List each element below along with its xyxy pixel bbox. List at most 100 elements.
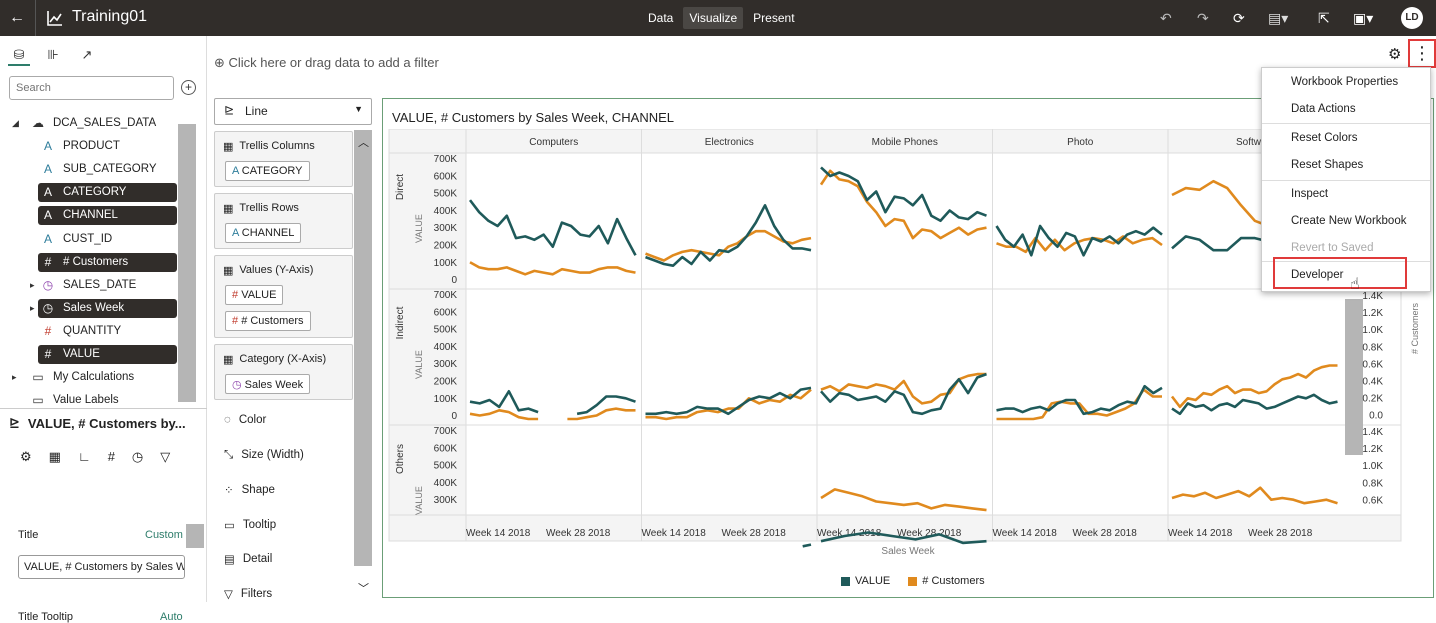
property-size[interactable]: ⤡ Size (Width) [224, 449, 304, 462]
y-tick-label: 300K [434, 495, 458, 506]
tab-data[interactable]: Data [642, 7, 679, 29]
tree-item[interactable]: ▸ ▭ My Calculations [12, 368, 177, 387]
tab-present[interactable]: Present [747, 7, 800, 29]
field-pill[interactable]: ◷ Sales Week [225, 374, 311, 394]
clock-icon[interactable]: ◷ [132, 449, 143, 465]
x-tick-label: Week 14 2018 [642, 528, 707, 539]
tree-item[interactable]: ▸ ◷ SALES_DATE [30, 276, 177, 295]
legend-item[interactable]: # Customers [908, 575, 985, 587]
field-pill[interactable]: # VALUE [225, 285, 284, 305]
tree-item[interactable]: A SUB_CATEGORY [38, 160, 177, 179]
menu-item-inspect[interactable]: Inspect [1262, 181, 1430, 207]
field-pill[interactable]: A CATEGORY [225, 161, 310, 181]
comments-icon[interactable]: ▤▾ [1268, 10, 1288, 26]
property-label: Detail [242, 553, 273, 565]
filter-bar[interactable]: ⊕ Click here or drag data to add a filte… [214, 55, 439, 71]
tree-item[interactable]: A CATEGORY [38, 183, 177, 203]
redo-icon[interactable]: ↷ [1197, 10, 1209, 26]
x-tick-label: Week 14 2018 [1168, 528, 1233, 539]
tab-visualize[interactable]: Visualize [683, 7, 744, 29]
analytics-icon[interactable]: ↗ [76, 44, 98, 66]
y-tick-label: 0 [451, 275, 457, 286]
visualizations-icon[interactable]: ⊪ [42, 44, 64, 66]
y-tick-label: 600K [434, 171, 458, 182]
avatar[interactable]: LD [1401, 7, 1423, 29]
tree-item[interactable]: # # Customers [38, 252, 177, 272]
expander-icon[interactable]: ◢ [12, 114, 19, 133]
search-input[interactable] [9, 76, 174, 100]
tree-item[interactable]: ◢ ☁ DCA_SALES_DATA [12, 114, 177, 133]
menu-item-data-actions[interactable]: Data Actions [1262, 96, 1430, 122]
drop-zone[interactable]: ▦ Category (X-Axis) ◷ Sales Week [214, 344, 353, 400]
chart-type-select[interactable]: ⊵ Line ▼ [214, 98, 372, 125]
scrollbar[interactable] [178, 124, 196, 402]
gear-icon[interactable]: ⚙ [20, 449, 32, 465]
legend-swatch [908, 576, 918, 586]
tooltip-mode-dropdown[interactable]: Auto [160, 611, 183, 623]
attribute-icon: A [43, 162, 52, 177]
y2-tick-label: 1.2K [1362, 444, 1383, 455]
hash-icon[interactable]: # [108, 449, 115, 465]
expander-icon[interactable]: ▸ [30, 276, 35, 295]
property-tooltip[interactable]: ▭ Tooltip [224, 518, 276, 532]
scrollbar[interactable] [354, 130, 372, 566]
property-filters[interactable]: ▽ Filters [224, 587, 272, 601]
tree-item[interactable]: # VALUE [38, 345, 177, 364]
chevron-down-icon[interactable]: ﹀ [358, 580, 369, 596]
drop-zone-title: ▦ Trellis Columns [223, 140, 315, 153]
expander-icon[interactable]: ▸ [30, 299, 35, 318]
tree-item[interactable]: A PRODUCT [38, 137, 177, 156]
filter-icon[interactable]: ▽ [160, 449, 170, 465]
y-tick-label: 400K [434, 206, 458, 217]
workbook-icon [47, 11, 62, 26]
bug-icon[interactable]: ⚙ [1388, 45, 1401, 63]
title-mode-dropdown[interactable]: Custom [145, 529, 183, 541]
tree-item[interactable]: ▸ ◷ Sales Week [30, 298, 177, 318]
save-icon[interactable]: ▣▾ [1353, 10, 1373, 26]
y-axis-label: VALUE [414, 214, 424, 243]
field-pill[interactable]: # # Customers [225, 311, 311, 331]
x-tick-label: Week 28 2018 [1248, 528, 1313, 539]
workbook-title[interactable]: Training01 [72, 8, 147, 26]
menu-item-workbook-properties[interactable]: Workbook Properties [1262, 69, 1430, 95]
back-arrow-icon[interactable]: ← [8, 9, 26, 27]
y-axis-label: VALUE [414, 486, 424, 515]
tree-item[interactable]: # QUANTITY [38, 322, 177, 341]
axis-icon[interactable]: ∟ [78, 449, 91, 465]
expander-icon[interactable]: ▸ [12, 368, 17, 387]
drop-zone[interactable]: ▦ Trellis Columns A CATEGORY [214, 131, 353, 187]
tree-item[interactable]: A CHANNEL [38, 206, 177, 226]
pill-label: CHANNEL [241, 227, 295, 239]
drop-zone[interactable]: ▦ Trellis Rows A CHANNEL [214, 193, 353, 249]
y2-axis-label: # Customers [1410, 302, 1420, 354]
title-label: Title [18, 529, 39, 541]
refresh-data-icon[interactable]: ⟳ [1233, 10, 1245, 26]
property-shape[interactable]: ⁘ Shape [224, 483, 275, 497]
table-icon[interactable]: ▦ [49, 449, 61, 465]
y-tick-label: 700K [434, 290, 458, 301]
scrollbar[interactable] [186, 524, 204, 548]
y-tick-label: 500K [434, 325, 458, 336]
attribute-icon: A [232, 165, 242, 177]
tree-item-label: Sales Week [63, 301, 125, 314]
properties-tabs: ⚙ ▦ ∟ # ◷ ▽ [20, 449, 170, 465]
undo-icon[interactable]: ↶ [1160, 10, 1172, 26]
menu-divider [1262, 180, 1430, 181]
tree-item[interactable]: A CUST_ID [38, 230, 177, 249]
title-field[interactable]: VALUE, # Customers by Sales W [18, 555, 185, 579]
database-icon[interactable]: ⛁ [8, 44, 30, 66]
property-detail[interactable]: ▤ Detail [224, 552, 272, 566]
size-icon: ⤡ [224, 448, 234, 461]
y-tick-label: 600K [434, 307, 458, 318]
field-pill[interactable]: A CHANNEL [225, 223, 302, 243]
export-icon[interactable]: ⇱ [1318, 10, 1330, 26]
menu-item-reset-colors[interactable]: Reset Colors [1262, 125, 1430, 151]
drop-zone-title: ▦ Category (X-Axis) [223, 353, 326, 366]
menu-item-create-new-workbook[interactable]: Create New Workbook [1262, 208, 1430, 234]
menu-item-reset-shapes[interactable]: Reset Shapes [1262, 152, 1430, 178]
chevron-up-icon[interactable]: ︿ [358, 134, 369, 150]
legend-item[interactable]: VALUE [841, 575, 890, 587]
add-icon[interactable]: + [181, 80, 196, 95]
drop-zone[interactable]: ▦ Values (Y-Axis) # VALUE # # Customers [214, 255, 353, 338]
property-color[interactable]: ◌ Color [224, 414, 266, 426]
